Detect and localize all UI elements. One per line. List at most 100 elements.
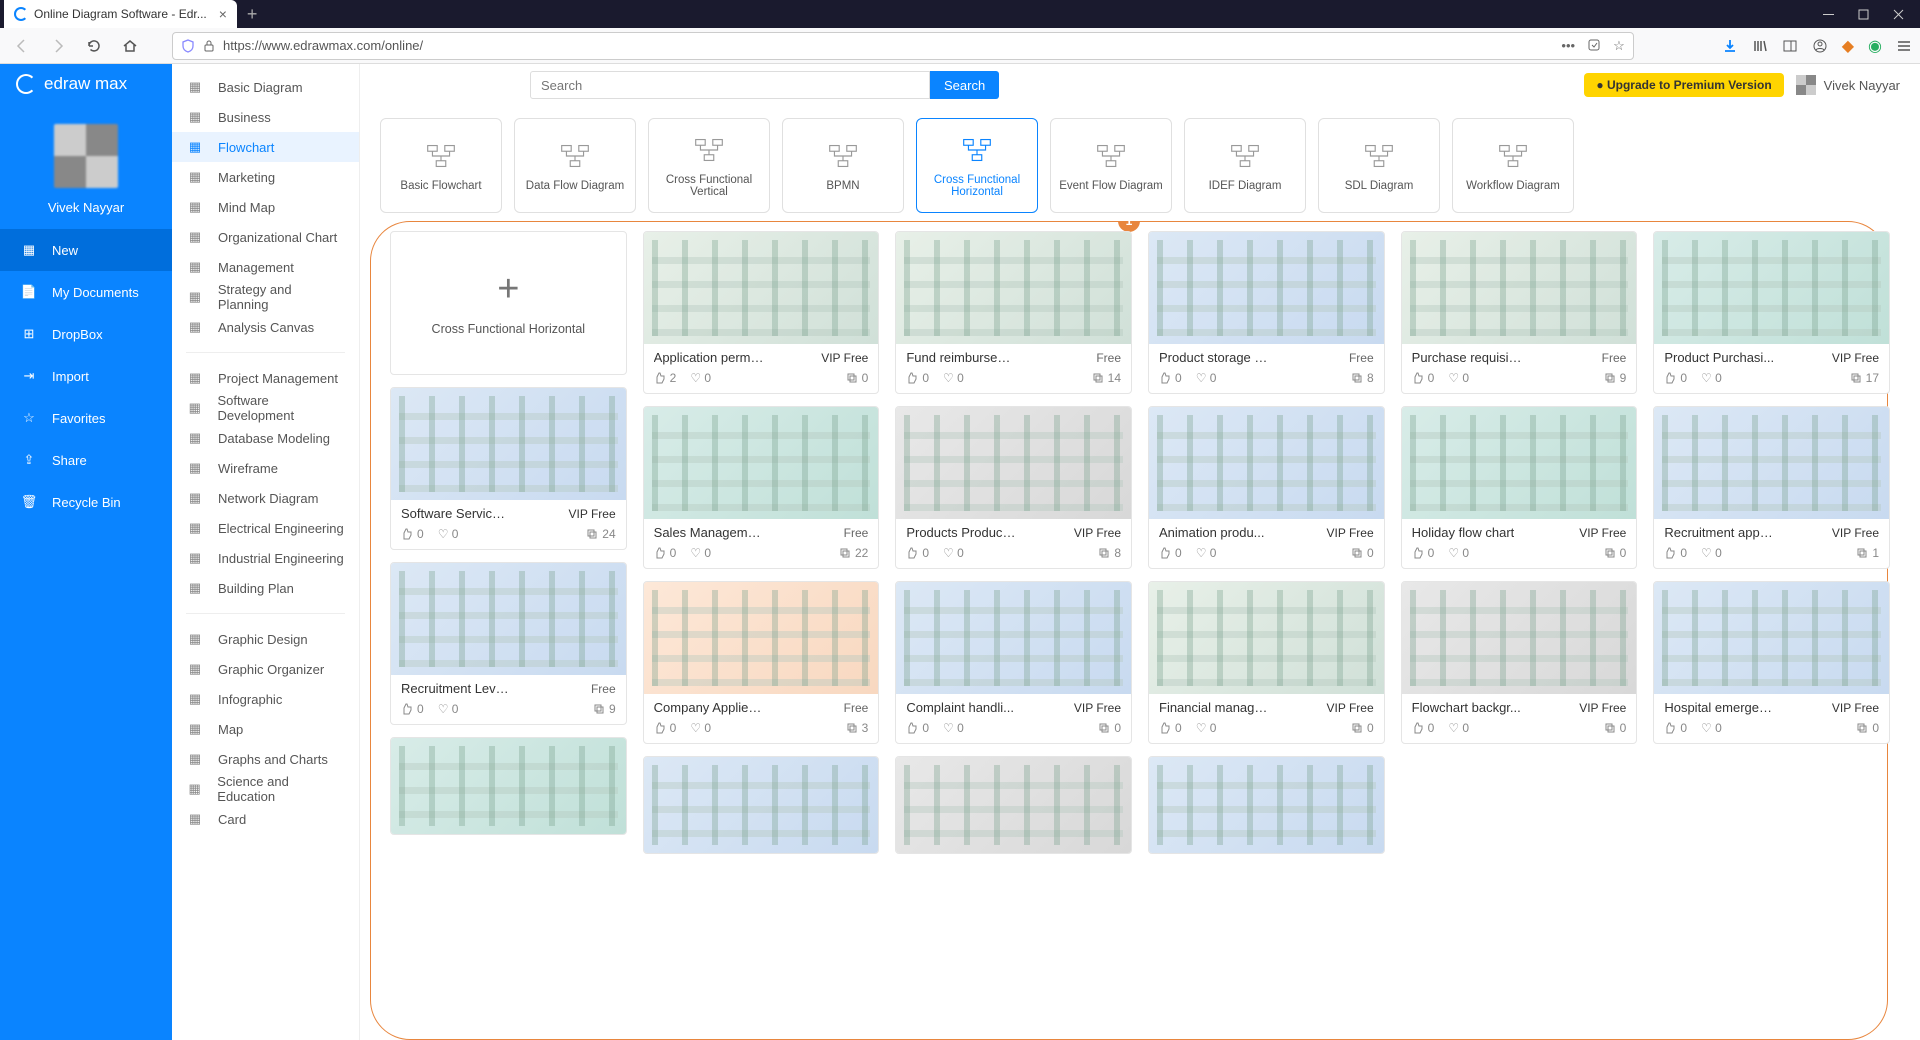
like-count[interactable]: 0 [1664,721,1687,735]
fav-count[interactable]: ♡ 0 [1701,546,1722,560]
copy-count[interactable]: 0 [1351,721,1374,735]
category-card[interactable]: ▦Card [172,804,359,834]
copy-count[interactable]: 22 [839,546,868,560]
like-count[interactable]: 0 [1664,546,1687,560]
like-count[interactable]: 0 [1159,721,1182,735]
copy-count[interactable]: 0 [1351,546,1374,560]
fav-count[interactable]: ♡ 0 [438,527,459,541]
profile-block[interactable]: Vivek Nayyar [0,104,172,229]
template-card[interactable]: Application permi... VIP Free 2 ♡ 0 0 [643,231,880,394]
fav-count[interactable]: ♡ 0 [1701,371,1722,385]
fav-count[interactable]: ♡ 0 [1448,371,1469,385]
category-wireframe[interactable]: ▦Wireframe [172,453,359,483]
category-strategy-and-planning[interactable]: ▦Strategy and Planning [172,282,359,312]
template-card[interactable] [1148,756,1385,854]
account-icon[interactable] [1812,38,1828,54]
template-card[interactable]: Sales Management C... Free 0 ♡ 0 22 [643,406,880,569]
fav-count[interactable]: ♡ 0 [1196,546,1217,560]
browser-tab[interactable]: Online Diagram Software - Edr... × [4,0,237,28]
template-card[interactable]: Purchase requisition ... Free 0 ♡ 0 9 [1401,231,1638,394]
ext2-icon[interactable]: ◉ [1868,36,1882,56]
copy-count[interactable]: 24 [586,527,615,541]
template-card[interactable]: Holiday flow chart VIP Free 0 ♡ 0 0 [1401,406,1638,569]
sidebar-item-recycle-bin[interactable]: 🗑Recycle Bin [0,481,172,523]
category-industrial-engineering[interactable]: ▦Industrial Engineering [172,543,359,573]
copy-count[interactable]: 14 [1092,371,1121,385]
menu-icon[interactable] [1896,38,1912,54]
template-card[interactable]: Product storage flow ... Free 0 ♡ 0 8 [1148,231,1385,394]
category-infographic[interactable]: ▦Infographic [172,684,359,714]
fav-count[interactable]: ♡ 0 [690,721,711,735]
user-chip[interactable]: Vivek Nayyar [1796,75,1900,95]
template-card[interactable]: Recruitment appli... VIP Free 0 ♡ 0 1 [1653,406,1890,569]
type-cross-functional-horizontal[interactable]: Cross Functional Horizontal [916,118,1038,213]
forward-button[interactable] [44,32,72,60]
copy-count[interactable]: 9 [1604,371,1627,385]
like-count[interactable]: 2 [654,371,677,385]
fav-count[interactable]: ♡ 0 [1196,371,1217,385]
template-card[interactable] [895,756,1132,854]
copy-count[interactable]: 8 [1351,371,1374,385]
type-sdl-diagram[interactable]: SDL Diagram [1318,118,1440,213]
sidebar-icon[interactable] [1782,38,1798,54]
template-card[interactable]: Products Producti... VIP Free 0 ♡ 0 8 [895,406,1132,569]
like-count[interactable]: 0 [654,721,677,735]
category-building-plan[interactable]: ▦Building Plan [172,573,359,603]
type-bpmn[interactable]: BPMN [782,118,904,213]
category-organizational-chart[interactable]: ▦Organizational Chart [172,222,359,252]
window-close-icon[interactable] [1893,9,1904,20]
type-data-flow-diagram[interactable]: Data Flow Diagram [514,118,636,213]
like-count[interactable]: 0 [906,721,929,735]
type-event-flow-diagram[interactable]: Event Flow Diagram [1050,118,1172,213]
fav-count[interactable]: ♡ 0 [1448,721,1469,735]
reload-button[interactable] [80,32,108,60]
template-card[interactable]: Company Applies To ... Free 0 ♡ 0 3 [643,581,880,744]
category-map[interactable]: ▦Map [172,714,359,744]
like-count[interactable]: 0 [401,527,424,541]
copy-count[interactable]: 0 [1098,721,1121,735]
type-basic-flowchart[interactable]: Basic Flowchart [380,118,502,213]
template-card[interactable]: Hospital emergen... VIP Free 0 ♡ 0 0 [1653,581,1890,744]
like-count[interactable]: 0 [1412,721,1435,735]
copy-count[interactable]: 8 [1098,546,1121,560]
copy-count[interactable]: 9 [593,702,616,716]
category-database-modeling[interactable]: ▦Database Modeling [172,423,359,453]
template-card[interactable]: Recruitment Level Cr... Free 0 ♡ 0 9 [390,562,627,725]
fav-count[interactable]: ♡ 0 [438,702,459,716]
reader-icon[interactable] [1587,38,1601,54]
copy-count[interactable]: 17 [1850,371,1879,385]
category-business[interactable]: ▦Business [172,102,359,132]
fav-count[interactable]: ♡ 0 [943,721,964,735]
like-count[interactable]: 0 [1664,371,1687,385]
like-count[interactable]: 0 [1412,371,1435,385]
category-project-management[interactable]: ▦Project Management [172,363,359,393]
copy-count[interactable]: 3 [846,721,869,735]
copy-count[interactable]: 0 [1604,721,1627,735]
library-icon[interactable] [1752,38,1768,54]
template-card[interactable]: Complaint handli... VIP Free 0 ♡ 0 0 [895,581,1132,744]
copy-count[interactable]: 1 [1856,546,1879,560]
type-workflow-diagram[interactable]: Workflow Diagram [1452,118,1574,213]
window-maximize-icon[interactable] [1858,9,1869,20]
category-marketing[interactable]: ▦Marketing [172,162,359,192]
sidebar-item-my-documents[interactable]: 📄My Documents [0,271,172,313]
fav-count[interactable]: ♡ 0 [1448,546,1469,560]
back-button[interactable] [8,32,36,60]
template-card[interactable]: Software Service ... VIP Free 0 ♡ 0 24 [390,387,627,550]
category-science-and-education[interactable]: ▦Science and Education [172,774,359,804]
template-card[interactable]: Flowchart backgr... VIP Free 0 ♡ 0 0 [1401,581,1638,744]
copy-count[interactable]: 0 [846,371,869,385]
like-count[interactable]: 0 [906,546,929,560]
download-icon[interactable] [1722,38,1738,54]
like-count[interactable]: 0 [906,371,929,385]
type-idef-diagram[interactable]: IDEF Diagram [1184,118,1306,213]
template-card[interactable]: Fund reimbursement ... Free 0 ♡ 0 14 [895,231,1132,394]
new-diagram-card[interactable]: + Cross Functional Horizontal [390,231,627,375]
sidebar-item-import[interactable]: ⇥Import [0,355,172,397]
template-card[interactable] [390,737,627,835]
upgrade-button[interactable]: ● Upgrade to Premium Version [1584,73,1783,97]
like-count[interactable]: 0 [1159,546,1182,560]
fav-count[interactable]: ♡ 0 [1196,721,1217,735]
category-graphs-and-charts[interactable]: ▦Graphs and Charts [172,744,359,774]
sidebar-item-favorites[interactable]: ☆Favorites [0,397,172,439]
